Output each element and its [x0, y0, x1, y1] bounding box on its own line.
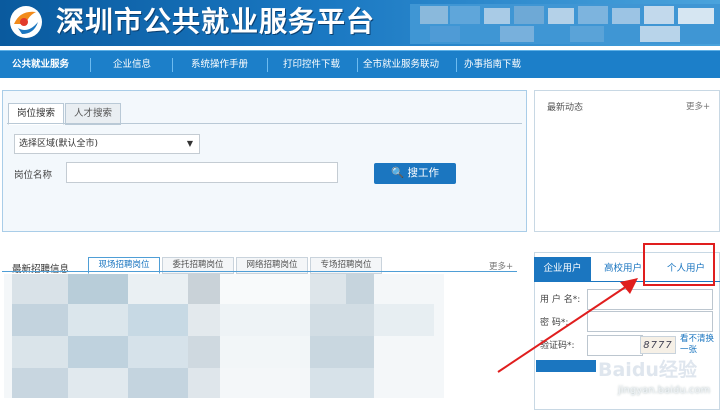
nav-divider [90, 58, 91, 72]
nav-item-guide-download[interactable]: 办事指南下载 [464, 51, 521, 79]
search-icon: 🔍 [391, 167, 405, 179]
nav-divider [357, 58, 358, 72]
job-search-panel: 岗位搜索 人才搜索 [2, 90, 527, 232]
recruit-section-title: 最新招聘信息 [12, 264, 70, 275]
main-nav: 公共就业服务 企业信息 系统操作手册 打印控件下载 全市就业服务联动 办事指南下… [0, 50, 720, 78]
nav-divider [172, 58, 173, 72]
nav-item-company-info[interactable]: 企业信息 [113, 51, 151, 79]
job-name-input[interactable] [66, 162, 338, 183]
site-header: 深圳市公共就业服务平台 [0, 0, 720, 46]
tab-job-search[interactable]: 岗位搜索 [8, 103, 64, 125]
nav-item-print-control-download[interactable]: 打印控件下载 [283, 51, 340, 79]
region-select[interactable]: 选择区域(默认全市) ▼ [14, 134, 200, 154]
recruit-tab-underline [2, 271, 517, 272]
news-title: 最新动态 [547, 103, 584, 113]
search-job-button[interactable]: 🔍 搜工作 [374, 163, 456, 184]
baidu-jingyan-watermark: Baidu经验 [598, 359, 697, 381]
job-name-label: 岗位名称 [14, 170, 53, 181]
search-job-button-label: 搜工作 [407, 167, 439, 179]
site-logo-icon [10, 6, 42, 38]
nav-item-operation-manual[interactable]: 系统操作手册 [191, 51, 248, 79]
news-more-link[interactable]: 更多+ [686, 100, 710, 112]
nav-item-public-employment[interactable]: 公共就业服务 [12, 51, 69, 79]
nav-item-citywide-linkage[interactable]: 全市就业服务联动 [363, 51, 439, 79]
tab-underline [7, 123, 522, 124]
recruit-list-pixelated [4, 274, 444, 398]
nav-divider [267, 58, 268, 72]
tab-talent-search[interactable]: 人才搜索 [65, 103, 121, 125]
annotation-highlight-box [643, 243, 715, 286]
watermark-url: jingyan.baidu.com [618, 385, 711, 396]
nav-divider [456, 58, 457, 72]
captcha-refresh-link[interactable]: 看不清换一张 [680, 334, 716, 356]
header-pixelated-banner [410, 4, 720, 44]
dropdown-arrow-icon: ▼ [186, 139, 193, 148]
site-title: 深圳市公共就业服务平台 [56, 5, 376, 38]
region-select-value: 选择区域(默认全市) [19, 139, 99, 149]
